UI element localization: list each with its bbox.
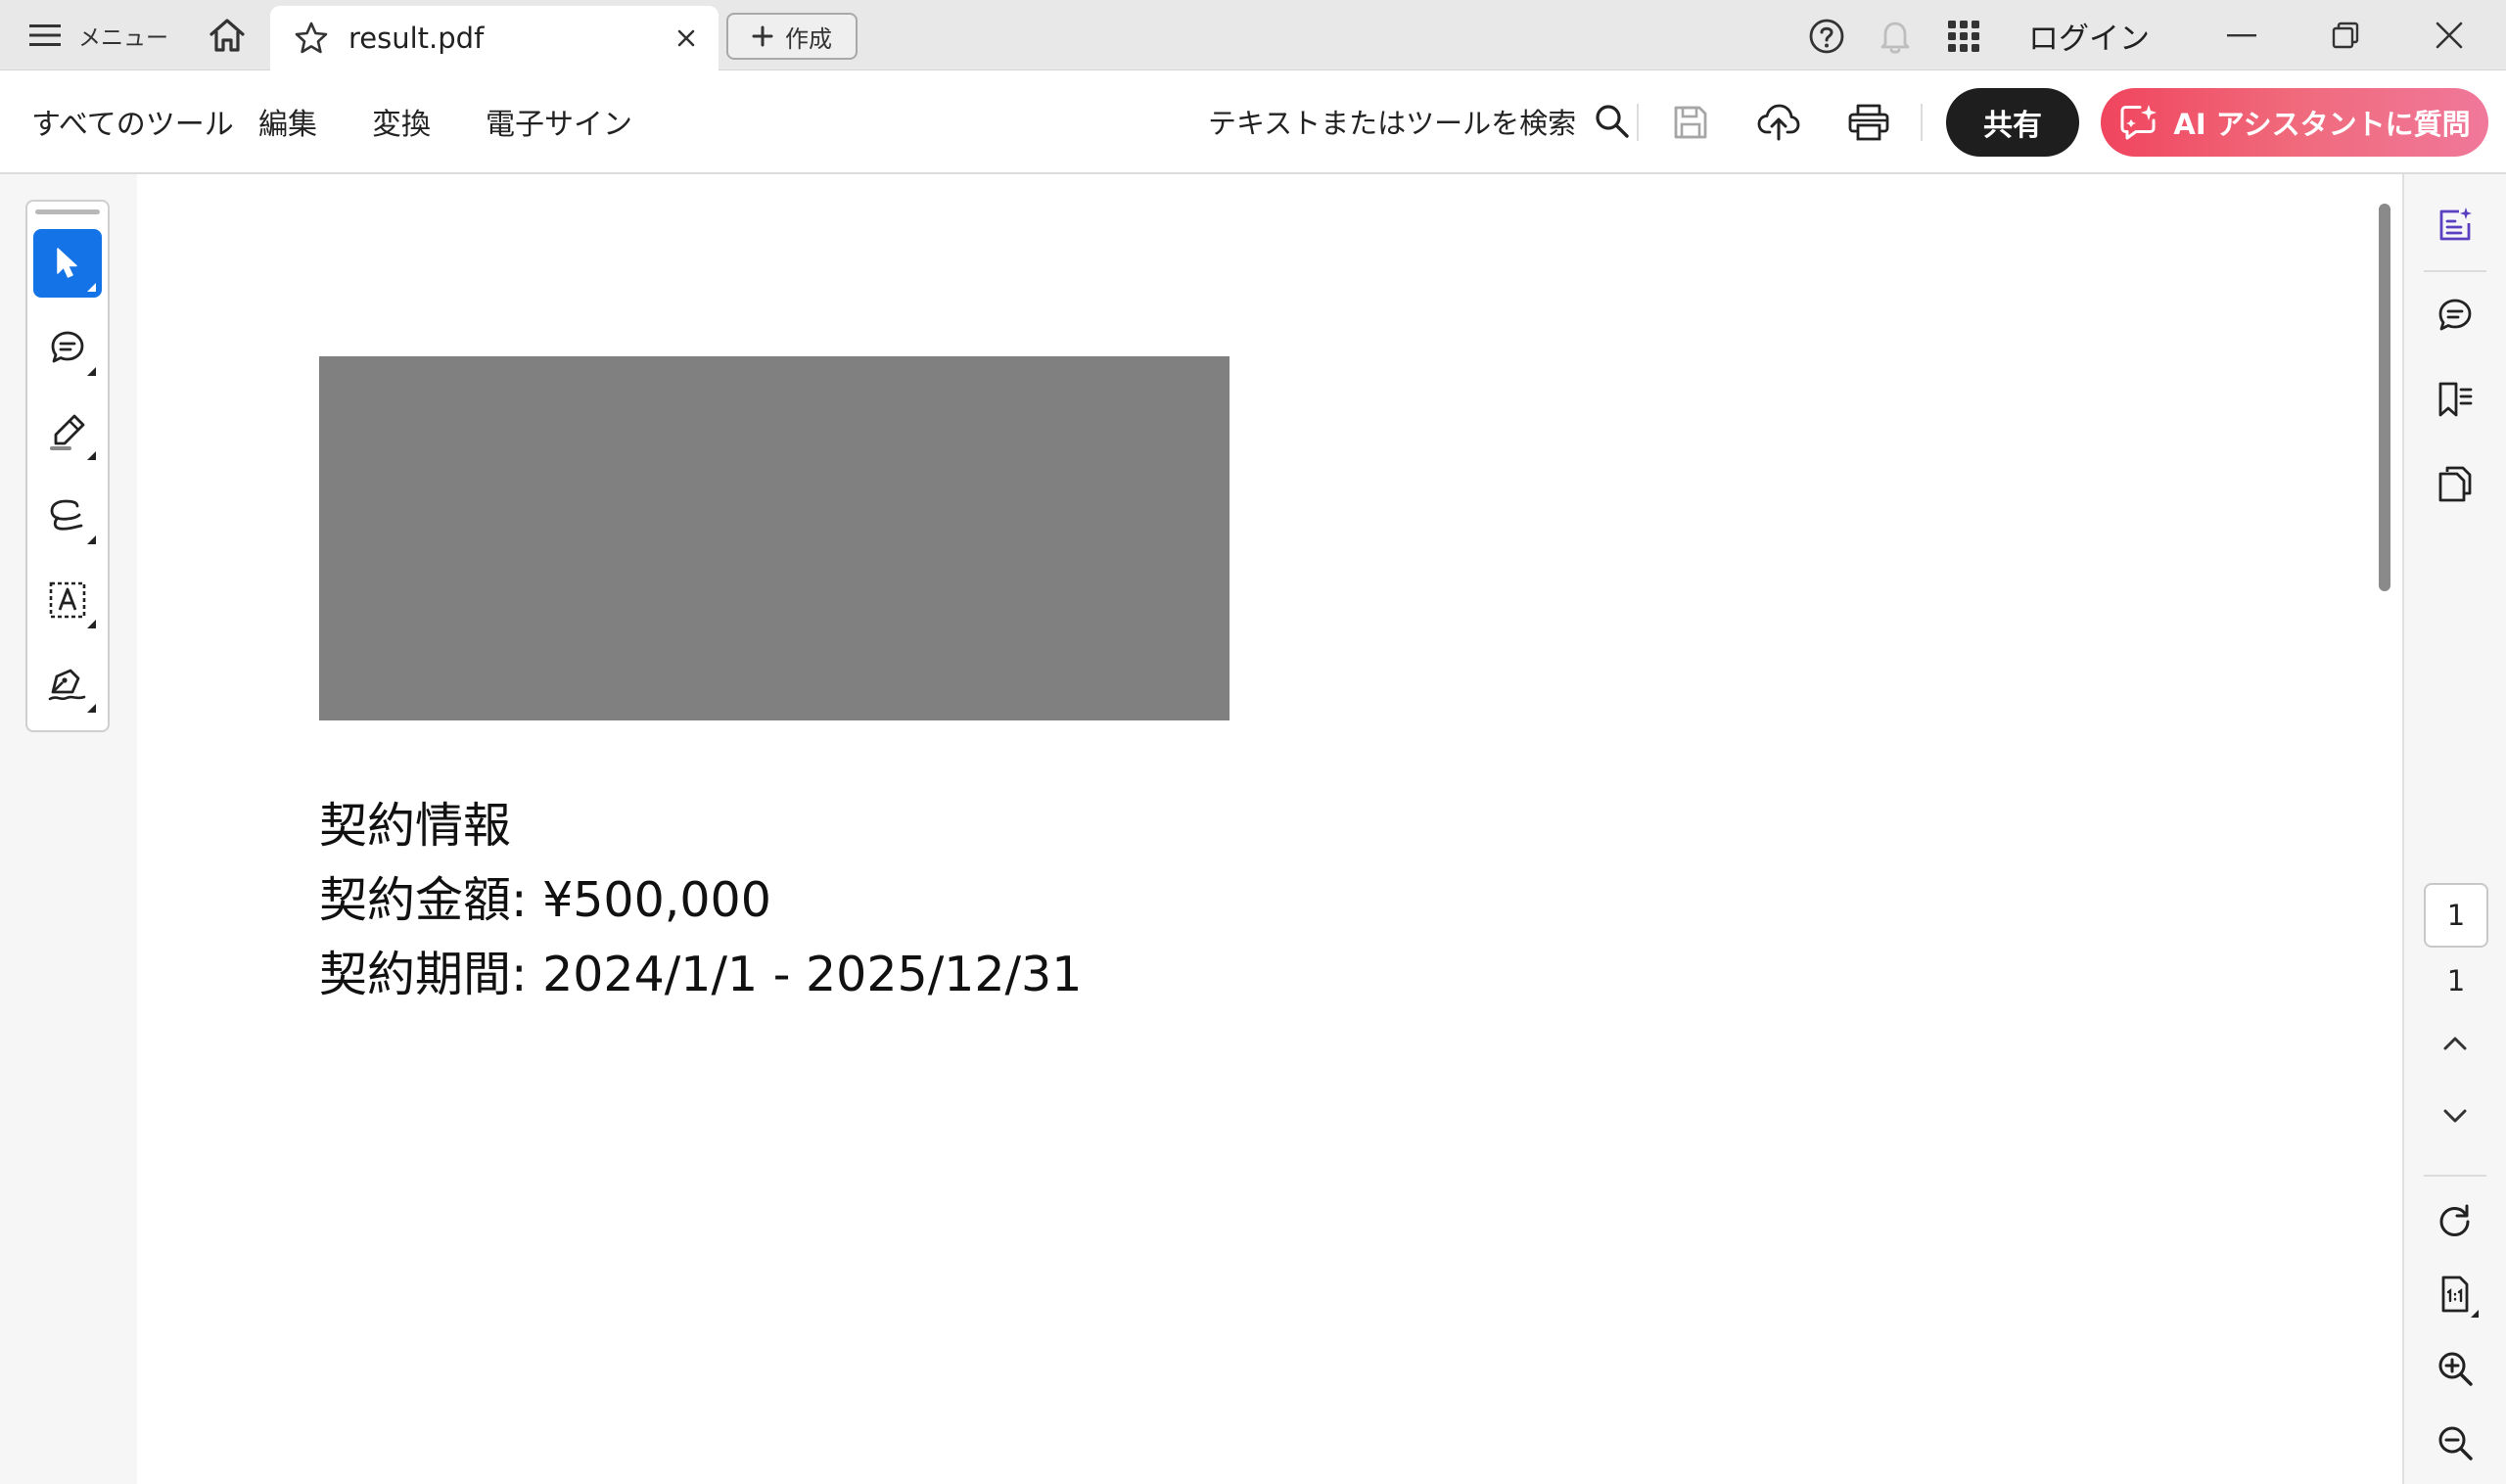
- zoom-out-icon: [2436, 1423, 2475, 1462]
- scrollbar-thumb[interactable]: [2379, 204, 2390, 591]
- hamburger-icon: [29, 23, 61, 48]
- quick-tools-panel: [25, 200, 110, 732]
- ai-assistant-label: AI アシスタントに質問: [2173, 108, 2471, 141]
- plus-icon: [752, 25, 773, 47]
- current-page-input[interactable]: 1: [2424, 883, 2488, 948]
- restore-button[interactable]: [2294, 0, 2397, 70]
- notifications-button[interactable]: [1874, 16, 1917, 57]
- help-icon: [1808, 18, 1845, 55]
- zoom-in-icon: [2436, 1349, 2475, 1388]
- comment-tool-button[interactable]: [33, 313, 102, 382]
- bell-icon: [1878, 18, 1913, 55]
- lasso-draw-icon: [48, 498, 87, 533]
- login-button[interactable]: ログイン: [2028, 14, 2150, 57]
- create-button[interactable]: 作成: [726, 13, 858, 60]
- apps-grid-icon: [1947, 20, 1980, 53]
- total-pages: 1: [2446, 964, 2466, 997]
- actual-size-icon: [2436, 1275, 2475, 1314]
- toolbar-separator: [1637, 104, 1639, 141]
- star-icon[interactable]: [294, 21, 329, 56]
- next-page-button[interactable]: [2426, 1087, 2484, 1145]
- actual-size-button[interactable]: [2426, 1265, 2484, 1323]
- window-close-button[interactable]: [2397, 0, 2501, 70]
- sign-pen-icon: [47, 665, 88, 704]
- cloud-upload-icon: [1757, 103, 1800, 142]
- document-tab[interactable]: result.pdf: [270, 6, 719, 70]
- document-text: 契約情報 契約金額: ¥500,000 契約期間: 2024/1/1 - 202…: [319, 789, 1082, 1012]
- comments-panel-button[interactable]: [2426, 286, 2484, 345]
- contract-period: 契約期間: 2024/1/1 - 2025/12/31: [319, 947, 1083, 1002]
- ai-summary-icon: [2436, 206, 2475, 245]
- apps-button[interactable]: [1942, 16, 1985, 57]
- rotate-icon: [2436, 1202, 2475, 1241]
- main-toolbar: すべてのツール 編集 変換 電子サイン テキストまたはツールを検索 共有 AI …: [0, 70, 2506, 174]
- select-tool-button[interactable]: [33, 229, 102, 298]
- highlighter-icon: [48, 412, 87, 451]
- menu-edit[interactable]: 編集: [258, 70, 317, 172]
- close-icon[interactable]: [672, 23, 701, 53]
- panel-drag-handle[interactable]: [35, 209, 100, 214]
- menu-e-sign[interactable]: 電子サイン: [486, 70, 632, 172]
- redacted-image: [319, 356, 1230, 720]
- menu-convert[interactable]: 変換: [372, 70, 431, 172]
- ai-assistant-button[interactable]: AI アシスタントに質問: [2101, 88, 2488, 157]
- contract-amount: 契約金額: ¥500,000: [319, 872, 771, 928]
- text-box-icon: [48, 580, 87, 620]
- select-cursor-icon: [53, 246, 82, 281]
- zoom-in-button[interactable]: [2426, 1339, 2484, 1398]
- highlight-tool-button[interactable]: [33, 397, 102, 466]
- rail-separator: [2424, 270, 2486, 272]
- bookmarks-button[interactable]: [2426, 370, 2484, 429]
- chevron-down-icon: [2442, 1108, 2468, 1124]
- rail-separator: [2424, 1175, 2486, 1177]
- rotate-button[interactable]: [2426, 1192, 2484, 1251]
- upload-button[interactable]: [1756, 100, 1801, 145]
- minimize-button[interactable]: [2190, 0, 2294, 70]
- sign-tool-button[interactable]: [33, 650, 102, 719]
- save-button[interactable]: [1668, 100, 1713, 145]
- previous-page-button[interactable]: [2426, 1014, 2484, 1073]
- pages-panel-button[interactable]: [2426, 454, 2484, 513]
- contract-heading: 契約情報: [319, 798, 512, 854]
- restore-icon: [2332, 22, 2359, 49]
- title-bar: メニュー result.pdf 作成 ログイン: [0, 0, 2506, 70]
- comment-icon: [49, 329, 86, 366]
- left-tool-rail: [0, 174, 137, 1484]
- document-view[interactable]: 契約情報 契約金額: ¥500,000 契約期間: 2024/1/1 - 202…: [137, 174, 2369, 1484]
- print-icon: [1848, 103, 1889, 142]
- minimize-icon: [2227, 33, 2256, 37]
- tool-search[interactable]: テキストまたはツールを検索: [1208, 70, 1631, 172]
- zoom-out-button[interactable]: [2426, 1414, 2484, 1472]
- ai-summary-button[interactable]: [2426, 196, 2484, 255]
- pages-icon: [2436, 464, 2475, 503]
- tab-title: result.pdf: [348, 22, 485, 55]
- comments-panel-icon: [2436, 296, 2475, 335]
- home-icon: [208, 17, 247, 54]
- home-button[interactable]: [202, 16, 253, 55]
- menu-all-tools[interactable]: すべてのツール: [31, 70, 234, 172]
- right-panel-rail: 1 1: [2402, 174, 2506, 1484]
- menu-label: メニュー: [78, 25, 168, 51]
- toolbar-separator: [1921, 104, 1923, 141]
- text-box-tool-button[interactable]: [33, 566, 102, 634]
- draw-tool-button[interactable]: [33, 482, 102, 550]
- search-label: テキストまたはツールを検索: [1208, 107, 1577, 140]
- bookmarks-icon: [2436, 380, 2475, 419]
- save-icon: [1672, 104, 1709, 141]
- chevron-up-icon: [2442, 1036, 2468, 1051]
- search-icon: [1594, 103, 1631, 140]
- create-label: 作成: [785, 24, 832, 53]
- window-close-icon: [2436, 22, 2463, 49]
- ai-sparkle-icon: [2118, 103, 2159, 142]
- print-button[interactable]: [1846, 100, 1891, 145]
- share-button[interactable]: 共有: [1946, 88, 2079, 157]
- help-button[interactable]: [1805, 16, 1848, 57]
- menu-button[interactable]: メニュー: [29, 0, 168, 70]
